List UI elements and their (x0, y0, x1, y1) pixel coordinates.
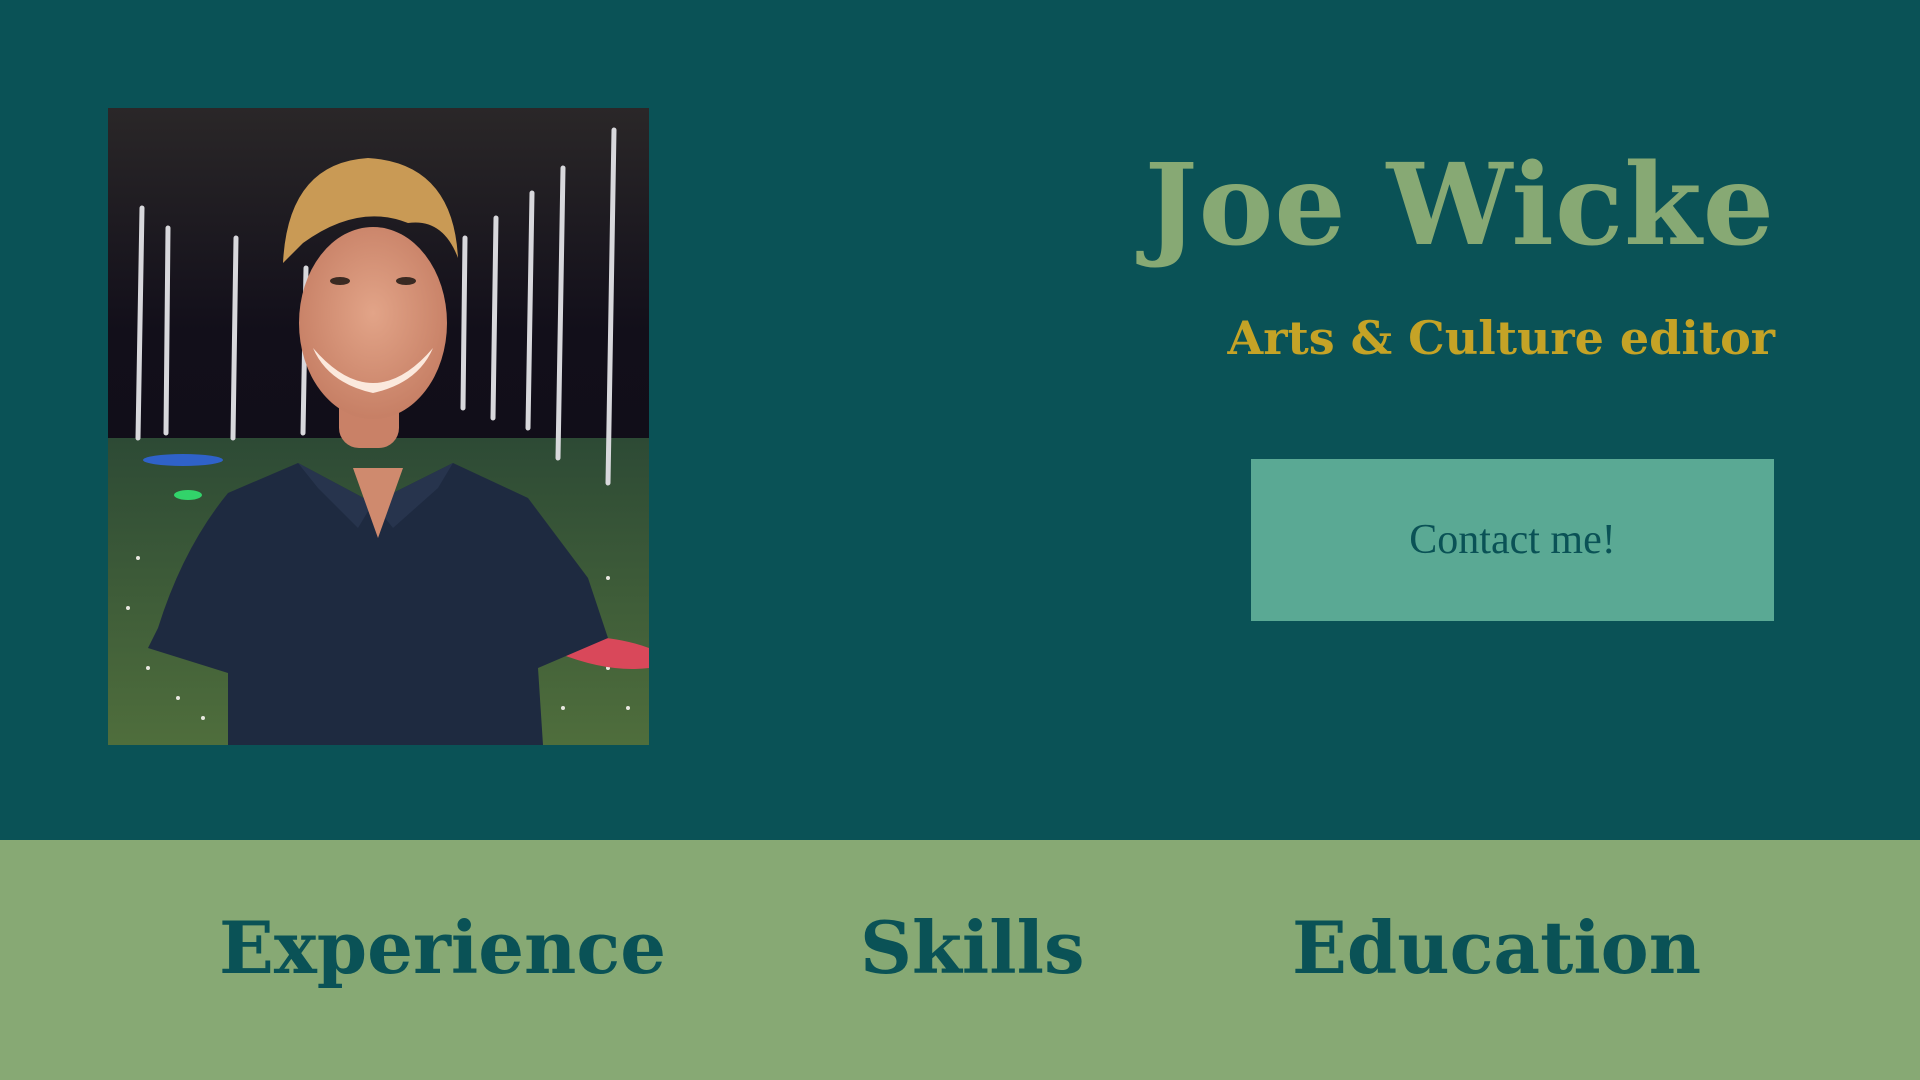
nav-skills[interactable]: Skills (860, 912, 1084, 984)
contact-button[interactable]: Contact me! (1251, 459, 1774, 621)
hero-section: Joe Wicke Arts & Culture editor Contact … (0, 0, 1920, 840)
nav-experience[interactable]: Experience (219, 912, 666, 984)
profile-photo (108, 108, 649, 745)
portfolio-page: Joe Wicke Arts & Culture editor Contact … (0, 0, 1920, 1080)
profile-role: Arts & Culture editor (1227, 311, 1775, 365)
nav-education[interactable]: Education (1292, 912, 1701, 984)
profile-name: Joe Wicke (1144, 140, 1775, 271)
